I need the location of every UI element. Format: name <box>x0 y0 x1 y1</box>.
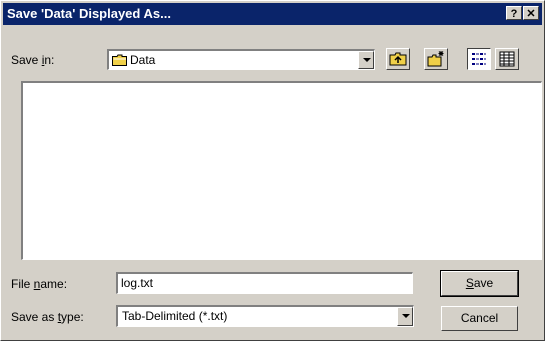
create-new-folder-button[interactable] <box>424 48 448 70</box>
list-view-icon <box>472 53 486 65</box>
save-as-type-dropdown[interactable]: Tab-Delimited (*.txt) <box>116 305 414 327</box>
title-bar[interactable]: Save 'Data' Displayed As... ? ✕ <box>3 3 542 25</box>
chevron-down-icon[interactable] <box>397 307 413 326</box>
file-name-input[interactable]: log.txt <box>116 272 413 294</box>
details-view-button[interactable] <box>495 48 519 70</box>
help-button[interactable]: ? <box>506 6 522 20</box>
dialog-title: Save 'Data' Displayed As... <box>7 6 171 21</box>
list-view-button[interactable] <box>467 48 491 70</box>
up-one-level-button[interactable] <box>386 48 410 70</box>
cancel-button[interactable]: Cancel <box>441 306 518 331</box>
file-name-label: File name: <box>11 277 68 291</box>
create-new-folder-icon <box>427 51 444 67</box>
details-view-icon <box>499 51 515 67</box>
save-button[interactable]: Save <box>440 270 519 297</box>
save-in-label: Save in: <box>11 53 55 67</box>
save-in-value: Data <box>130 53 156 67</box>
up-one-level-icon <box>389 52 407 66</box>
file-list[interactable] <box>21 81 542 260</box>
save-dialog: Save 'Data' Displayed As... ? ✕ Save in:… <box>0 0 545 341</box>
chevron-down-icon[interactable] <box>358 51 374 69</box>
save-in-dropdown[interactable]: Data <box>107 49 375 70</box>
file-name-value: log.txt <box>121 276 154 290</box>
save-as-type-label: Save as type: <box>11 310 84 324</box>
save-as-type-value: Tab-Delimited (*.txt) <box>122 309 228 323</box>
folder-icon <box>112 54 127 66</box>
close-button[interactable]: ✕ <box>523 6 539 20</box>
